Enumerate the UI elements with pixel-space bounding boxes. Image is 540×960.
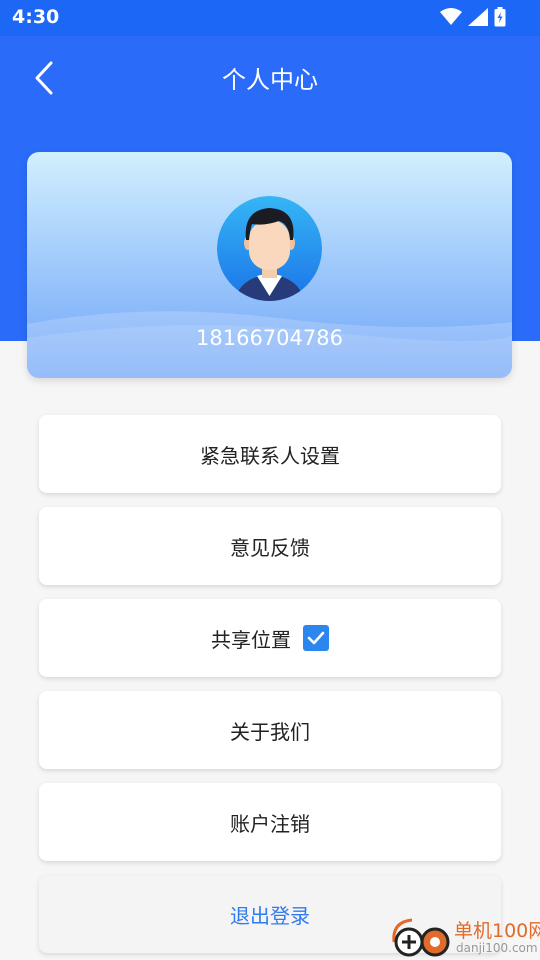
watermark-url: danji100.com [456, 941, 538, 955]
share-location-checkbox[interactable] [303, 625, 329, 651]
signal-icon [468, 8, 488, 26]
check-icon [307, 631, 325, 645]
status-icons [440, 7, 506, 27]
user-avatar[interactable] [217, 196, 322, 301]
share-location-row: 共享位置 [39, 599, 501, 677]
feedback-button[interactable]: 意见反馈 [39, 507, 501, 585]
feedback-label: 意见反馈 [230, 535, 310, 560]
page-title: 个人中心 [222, 66, 318, 94]
watermark-title: 单机100网 [454, 920, 540, 942]
about-us-button[interactable]: 关于我们 [39, 691, 501, 769]
emergency-contact-button[interactable]: 紧急联系人设置 [39, 415, 501, 493]
cancel-account-button[interactable]: 账户注销 [39, 783, 501, 861]
wifi-icon [440, 8, 462, 25]
status-bar: 4:30 [0, 0, 540, 36]
watermark-logo-icon [392, 918, 450, 957]
about-us-label: 关于我们 [230, 719, 310, 744]
share-location-label: 共享位置 [211, 627, 291, 652]
emergency-contact-label: 紧急联系人设置 [200, 443, 340, 468]
profile-card: 18166704786 [27, 152, 512, 378]
cancel-account-label: 账户注销 [230, 811, 310, 836]
battery-charging-icon [494, 7, 506, 27]
logout-label: 退出登录 [230, 903, 310, 928]
avatar-icon [217, 196, 322, 301]
phone-number: 18166704786 [196, 326, 343, 350]
status-time: 4:30 [12, 6, 60, 28]
watermark: 单机100网 danji100.com [388, 912, 540, 960]
